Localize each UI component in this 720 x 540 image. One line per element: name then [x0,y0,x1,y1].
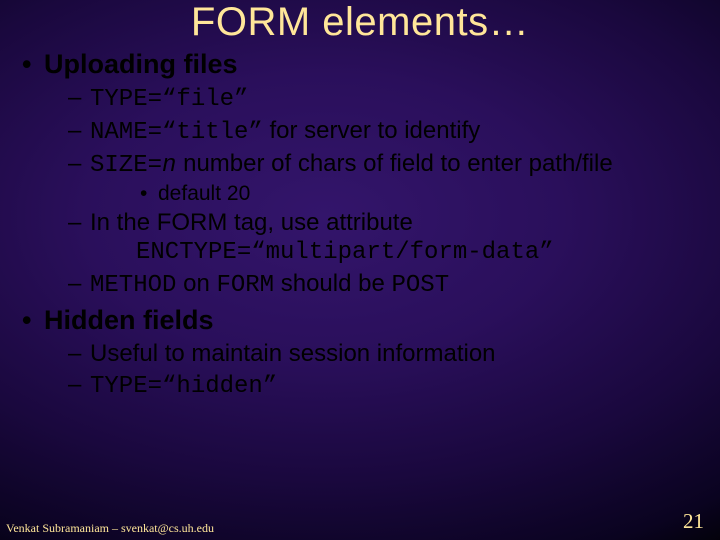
bullet-session-info: Useful to maintain session information [44,339,700,368]
plain-text: Useful to maintain session information [90,340,496,367]
topic-hidden-fields: Hidden fields Useful to maintain session… [20,304,700,401]
sub-list: TYPE=“file” NAME=“title” for server to i… [44,83,700,300]
code-text: METHOD [90,272,176,299]
slide: FORM elements… Uploading files TYPE=“fil… [0,0,720,540]
topic-heading: Uploading files [44,49,238,79]
bullet-size-n: SIZE=n number of chars of field to enter… [44,149,700,206]
topic-uploading-files: Uploading files TYPE=“file” NAME=“title”… [20,48,700,300]
plain-text: default 20 [158,182,250,205]
bullet-type-file: TYPE=“file” [44,83,700,114]
bullet-method-post: METHOD on FORM should be POST [44,269,700,300]
code-line: ENCTYPE=“multipart/form-data” [90,238,700,267]
plain-text: number of chars of field to enter path/f… [176,150,612,177]
plain-text: In the FORM tag, use attribute [90,209,413,236]
plain-text: for server to identify [263,117,480,144]
slide-title: FORM elements… [0,0,720,45]
code-text: TYPE=“file” [90,86,248,113]
bullet-name-title: NAME=“title” for server to identify [44,116,700,147]
slide-body: Uploading files TYPE=“file” NAME=“title”… [20,48,700,510]
plain-text: should be [274,270,391,297]
bullet-default-20: default 20 [90,181,700,207]
sub-sub-list: default 20 [90,181,700,207]
bullet-list: Uploading files TYPE=“file” NAME=“title”… [20,48,700,402]
sub-list: Useful to maintain session information T… [44,339,700,402]
code-text: TYPE=“hidden” [90,373,277,400]
code-text: FORM [216,272,274,299]
bullet-type-hidden: TYPE=“hidden” [44,370,700,401]
code-var: n [162,152,176,179]
code-text: SIZE= [90,152,162,179]
topic-heading: Hidden fields [44,305,214,335]
footer-page-number: 21 [683,509,704,534]
code-text: POST [391,272,449,299]
plain-text: on [176,270,216,297]
bullet-form-enctype: In the FORM tag, use attribute ENCTYPE=“… [44,208,700,267]
footer-author: Venkat Subramaniam – svenkat@cs.uh.edu [6,521,214,536]
code-text: NAME=“title” [90,119,263,146]
